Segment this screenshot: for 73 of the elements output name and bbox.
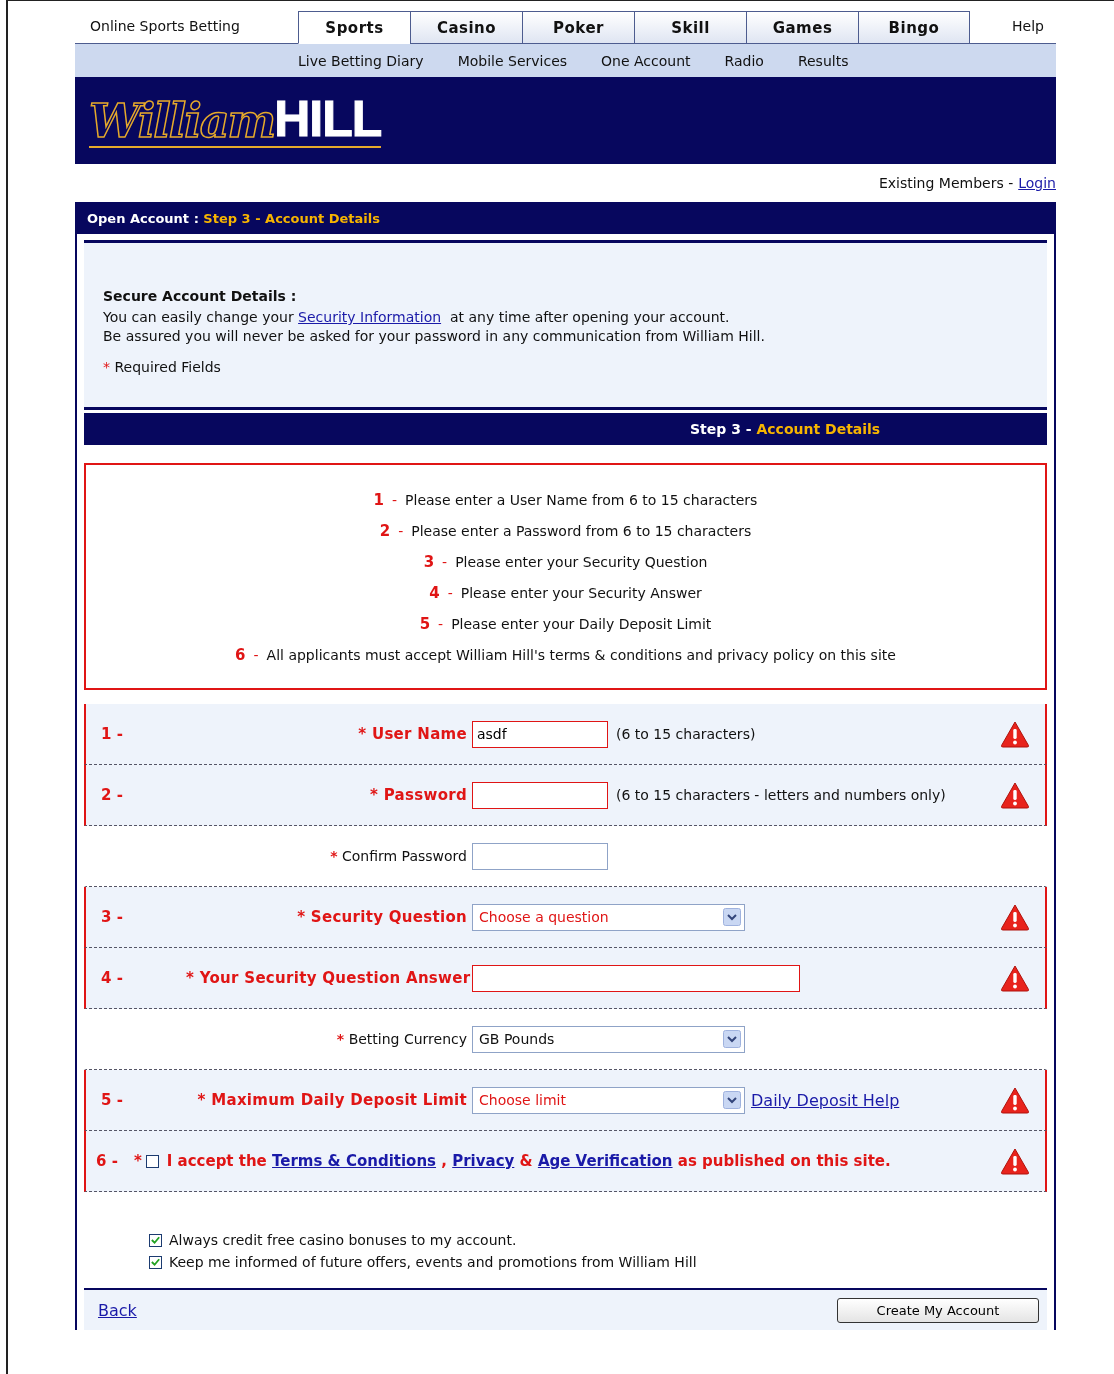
row-number: 3 - [100,908,124,926]
dropdown[interactable]: Choose a question [472,903,745,931]
required-mark: * [133,1152,142,1170]
field-label: * Password [369,786,468,804]
checkbox[interactable] [145,1154,159,1168]
checkbox[interactable] [149,1255,162,1269]
sub-nav-link[interactable]: Results [797,52,849,69]
warning-icon [1000,1086,1030,1114]
logo: WilliamHILL [89,93,382,148]
text-field[interactable] [472,842,608,870]
field-label: * User Name [357,725,468,743]
warning-icon [1000,964,1030,992]
login-prompt: Existing Members - [878,175,1014,191]
sub-nav-link[interactable]: Mobile Services [457,52,568,69]
warning-icon [1000,903,1030,931]
field-label: * Maximum Daily Deposit Limit [196,1091,468,1109]
error-message: 5 - Please enter your Daily Deposit Limit [419,615,712,633]
warning-icon [1000,720,1030,748]
terms-link[interactable]: Privacy [452,1152,515,1170]
nav-tab[interactable]: Skill [634,11,746,44]
field-label: * Your Security Question Answer [186,969,472,987]
nav-tab[interactable]: Games [746,11,858,44]
text-field[interactable] [472,964,800,992]
error-message: 3 - Please enter your Security Question [423,553,708,571]
row-number: 1 - [100,725,124,743]
field-label: * Confirm Password [329,848,468,864]
caret-icon [723,1030,741,1048]
sub-nav-link[interactable]: Live Betting Diary [298,52,424,69]
intro-text: You can easily change your Security Information at any time after opening your account. [103,308,731,327]
caret-icon [723,1091,741,1109]
text-field[interactable]: asdf [472,720,608,748]
row-number: 2 - [100,786,124,804]
nav-tab[interactable]: Bingo [858,11,970,44]
dropdown[interactable]: Choose limit [472,1086,745,1114]
error-message: 1 - Please enter a User Name from 6 to 15 characters [373,491,758,509]
site-link[interactable]: Online Sports Betting [75,10,298,34]
create-account-button[interactable]: Create My Account [837,1297,1039,1323]
nav-tab[interactable]: Poker [522,11,634,44]
sub-nav-link[interactable]: Radio [724,52,764,69]
text-field[interactable] [472,781,608,809]
error-message: 6 - All applicants must accept William Hill's terms & conditions and privacy policy on this site [235,646,896,664]
checkbox[interactable] [149,1233,162,1247]
option-label: Keep me informed of future offers, events and promotions from William Hill [169,1254,697,1270]
terms-link[interactable]: Terms & Conditions [272,1152,437,1170]
caret-icon [723,908,741,926]
intro-heading: Secure Account Details : [103,287,298,306]
step-title: Step 3 - Account Details [690,421,881,437]
sub-nav-link[interactable]: One Account [601,52,691,69]
terms-link[interactable]: Age Verification [537,1152,673,1170]
row-number: 5 - [100,1091,124,1109]
option-label: Always credit free casino bonuses to my account. [169,1232,517,1248]
row-number: 4 - [100,969,124,987]
help-link[interactable]: Daily Deposit Help [751,1090,900,1110]
breadcrumb: Open Account : Step 3 - Account Details [87,210,380,226]
field-hint: (6 to 15 characters - letters and numbers only) [615,787,947,803]
warning-icon [1000,781,1030,809]
intro-text: Be assured you will never be asked for your password in any communication from William Hill. [103,327,766,346]
nav-tab[interactable]: Sports [298,11,410,44]
back-link[interactable]: Back [98,1300,137,1320]
security-info-link[interactable]: Security Information [298,309,442,325]
row-number: 6 - [96,1152,118,1170]
help-link[interactable]: Help [970,10,1056,34]
nav-tab[interactable]: Casino [410,11,522,44]
field-hint: (6 to 15 characters) [615,726,757,742]
error-message: 2 - Please enter a Password from 6 to 15 characters [379,522,752,540]
dropdown[interactable]: GB Pounds [472,1025,745,1053]
terms-text: I accept the Terms & Conditions , Privacy & Age Verification as published on this site. [166,1152,891,1170]
login-link[interactable]: Login [1018,175,1056,191]
field-label: * Security Question [296,908,468,926]
error-message: 4 - Please enter your Security Answer [429,584,702,602]
field-label: * Betting Currency [335,1031,468,1047]
required-note: * Required Fields [103,358,222,377]
warning-icon [1000,1147,1030,1175]
